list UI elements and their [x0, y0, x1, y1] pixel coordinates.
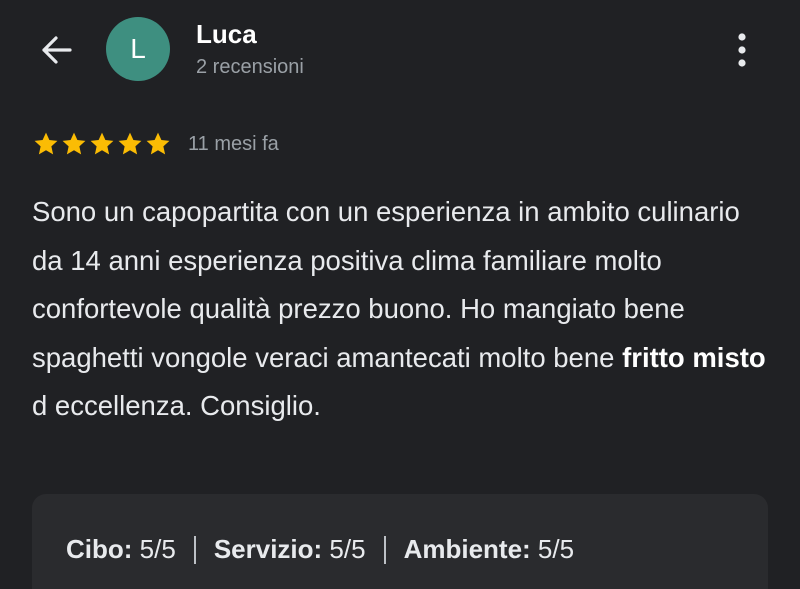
score-divider [383, 535, 386, 564]
star-icon [34, 132, 58, 155]
scores-card: Cibo: 5/5 Servizio: 5/5 Ambiente: 5/5 [32, 494, 768, 589]
review-date: 11 mesi fa [188, 132, 279, 155]
score-service-value: 5/5 [329, 534, 366, 564]
arrow-left-icon [42, 36, 72, 64]
more-vert-icon [738, 33, 746, 67]
score-ambience: Ambiente: 5/5 [404, 534, 575, 565]
more-options-button[interactable] [722, 28, 762, 72]
user-name[interactable]: Luca [196, 18, 257, 50]
review-text: Sono un capopartita con un esperienza in… [32, 188, 772, 431]
review-page: L Luca 2 recensioni 11 mesi fa Sono un c… [0, 0, 800, 589]
score-food-value: 5/5 [139, 534, 176, 564]
score-divider [193, 535, 196, 564]
review-text-bold: fritto misto [622, 341, 766, 373]
star-icon [118, 132, 142, 155]
star-icon [146, 132, 170, 155]
score-ambience-label: Ambiente: [403, 534, 538, 564]
score-service-label: Servizio: [213, 534, 330, 564]
score-food-label: Cibo: [66, 534, 140, 564]
star-rating [32, 130, 172, 158]
review-text-part-end: d eccellenza. Consiglio. [32, 390, 321, 421]
back-button[interactable] [34, 30, 78, 70]
star-icon [90, 132, 114, 155]
review-count: 2 recensioni [196, 56, 304, 78]
scores-row: Cibo: 5/5 Servizio: 5/5 Ambiente: 5/5 [66, 534, 574, 565]
avatar[interactable]: L [106, 17, 170, 81]
score-ambience-value: 5/5 [537, 534, 575, 564]
star-icon [62, 132, 86, 155]
score-service: Servizio: 5/5 [214, 534, 366, 565]
rating-row: 11 mesi fa [32, 130, 279, 158]
score-food: Cibo: 5/5 [66, 534, 176, 565]
